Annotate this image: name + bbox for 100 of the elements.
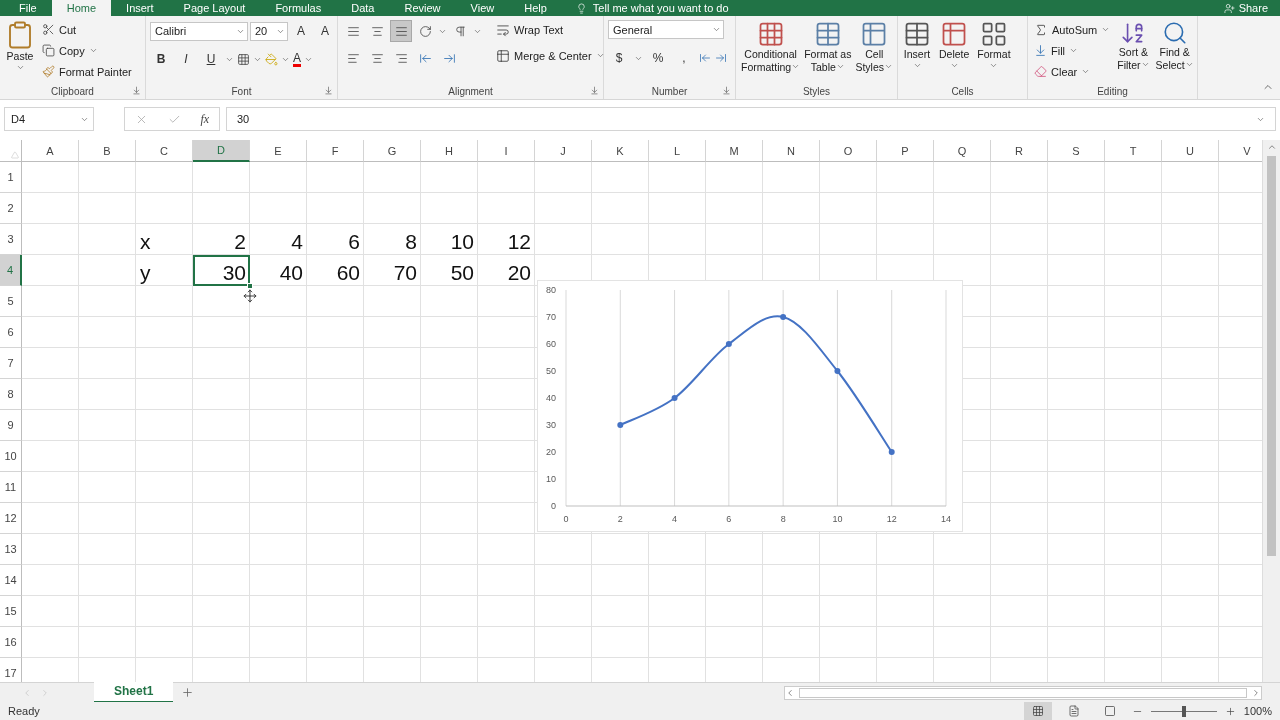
formula-field[interactable]: 30 [226,107,1276,131]
ribbon-tab[interactable]: Formulas [260,0,337,16]
row-header[interactable]: 5 [0,286,22,317]
zoom-in-icon[interactable] [1224,705,1236,717]
column-header[interactable]: Q [934,140,991,162]
row-header[interactable]: 2 [0,193,22,224]
column-header[interactable]: U [1162,140,1219,162]
bold-button[interactable]: B [150,48,172,70]
ribbon-tab[interactable]: Data [336,0,390,16]
sheet-tab[interactable]: Sheet1 [94,681,174,703]
row-header[interactable]: 14 [0,565,22,596]
dialog-launcher-icon[interactable] [590,86,599,95]
normal-view-button[interactable] [1023,702,1052,720]
underline-button[interactable]: U [200,48,222,70]
ribbon-tab[interactable]: Review [389,0,456,16]
column-header[interactable]: K [592,140,649,162]
chart-area[interactable]: 0 2 4 6 8 10 12 14 0 10 20 30 40 50 60 70 80 [537,280,963,532]
dialog-launcher-icon[interactable] [722,86,731,95]
sort-filter-button[interactable]: Sort & Filter [1116,20,1151,72]
cells-button[interactable]: Delete [938,20,971,70]
ribbon-tab[interactable]: View [455,0,510,16]
merge-center-button[interactable]: Merge & Center [494,46,607,65]
paste-button[interactable]: Paste [4,20,36,72]
clear-button[interactable]: Clear [1032,62,1113,81]
column-header[interactable]: J [535,140,592,162]
column-header[interactable]: P [877,140,934,162]
column-header[interactable]: E [250,140,307,162]
shrink-font-button[interactable]: A [314,20,336,42]
row-header[interactable]: 7 [0,348,22,379]
ribbon-tab[interactable]: Page Layout [168,0,261,16]
increase-decimal-icon[interactable] [699,52,711,64]
horizontal-scrollbar[interactable] [784,685,1262,700]
column-header[interactable]: S [1048,140,1105,162]
row-header[interactable]: 9 [0,410,22,441]
column-header[interactable]: O [820,140,877,162]
ribbon-tab[interactable]: Home [51,0,112,16]
column-header[interactable]: C [136,140,193,162]
row-header[interactable]: 1 [0,162,22,193]
ribbon-tab[interactable]: Insert [111,0,169,16]
column-header[interactable]: A [22,140,79,162]
column-header[interactable]: F [307,140,364,162]
row-header[interactable]: 3 [0,224,22,255]
zoom-thumb[interactable] [1181,705,1186,717]
share-button[interactable]: Share [1238,2,1268,14]
add-sheet-icon[interactable] [181,686,195,699]
row-header[interactable]: 15 [0,596,22,627]
column-header[interactable]: R [991,140,1048,162]
italic-button[interactable]: I [175,48,197,70]
row-header[interactable]: 4 [0,255,22,286]
decrease-decimal-icon[interactable] [715,52,727,64]
font-color-button[interactable]: A [293,51,301,67]
ribbon-tab[interactable]: Help [509,0,562,16]
cells-button[interactable]: Insert [902,20,932,70]
column-header[interactable]: H [421,140,478,162]
column-header[interactable]: N [763,140,820,162]
row-header[interactable]: 12 [0,503,22,534]
vertical-align-button[interactable] [390,20,412,42]
row-header[interactable]: 8 [0,379,22,410]
column-header[interactable]: B [79,140,136,162]
column-header[interactable]: M [706,140,763,162]
style-button[interactable]: Format as Table [803,20,853,74]
column-header[interactable]: T [1105,140,1162,162]
format-painter-button[interactable]: Format Painter [40,62,134,81]
grow-font-button[interactable]: A [290,20,312,42]
borders-icon[interactable] [237,52,250,66]
column-header[interactable]: G [364,140,421,162]
column-header[interactable]: L [649,140,706,162]
percent-button[interactable]: % [647,47,669,69]
row-header[interactable]: 6 [0,317,22,348]
currency-button[interactable]: $ [608,47,630,69]
insert-function-button[interactable]: fx [200,111,210,127]
row-header[interactable]: 11 [0,472,22,503]
fill-color-icon[interactable] [265,52,278,66]
find-select-button[interactable]: Find & Select [1154,20,1195,72]
zoom-level[interactable]: 100% [1243,705,1272,717]
comma-button[interactable]: , [673,47,695,69]
number-format-dropdown[interactable]: General [608,20,724,39]
wrap-text-button[interactable]: Wrap Text [494,20,607,39]
font-size-dropdown[interactable]: 20 [250,21,288,41]
row-header[interactable]: 10 [0,441,22,472]
font-name-dropdown[interactable]: Calibri [150,21,248,41]
scroll-up-icon[interactable] [1266,142,1277,152]
row-header[interactable]: 13 [0,534,22,565]
style-button[interactable]: Cell Styles [854,20,895,74]
vertical-scrollbar[interactable] [1262,140,1280,682]
cells-button[interactable]: Format [976,20,1012,70]
scroll-left-icon[interactable] [785,687,795,698]
dialog-launcher-icon[interactable] [324,86,333,95]
copy-button[interactable]: Copy [40,41,134,60]
fill-button[interactable]: Fill [1032,41,1113,60]
cut-button[interactable]: Cut [40,20,134,39]
style-button[interactable]: Conditional Formatting [740,20,802,74]
dialog-launcher-icon[interactable] [132,86,141,95]
fill-handle[interactable] [247,283,253,289]
autosum-button[interactable]: AutoSum [1032,20,1113,39]
column-header[interactable]: I [478,140,535,162]
column-header[interactable]: D [193,140,250,162]
tell-me-field[interactable]: Tell me what you want to do [592,2,729,14]
scroll-right-icon[interactable] [1251,687,1261,698]
row-header[interactable]: 16 [0,627,22,658]
